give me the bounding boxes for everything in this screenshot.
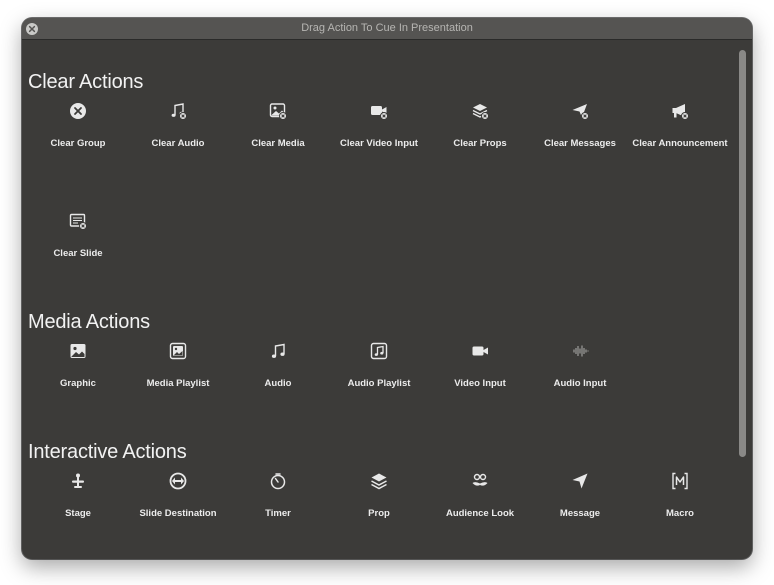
music-note-x-icon bbox=[169, 102, 187, 120]
vertical-scrollbar[interactable] bbox=[736, 40, 752, 559]
window-title: Drag Action To Cue In Presentation bbox=[301, 22, 473, 34]
scrollbar-thumb[interactable] bbox=[739, 50, 746, 457]
action-timer[interactable]: Timer bbox=[228, 460, 328, 530]
action-label: Audio Playlist bbox=[347, 378, 411, 389]
macro-icon bbox=[671, 472, 689, 490]
action-label: Clear Props bbox=[453, 138, 507, 149]
action-audio[interactable]: Audio bbox=[228, 330, 328, 400]
action-clear-announcement[interactable]: Clear Announcement bbox=[630, 90, 730, 160]
layers-x-icon bbox=[471, 102, 489, 120]
action-audience-look[interactable]: Audience Look bbox=[430, 460, 530, 530]
action-label: Macro bbox=[666, 508, 694, 519]
music-note-icon bbox=[269, 342, 287, 360]
action-label: Audio bbox=[264, 378, 292, 389]
actions-scroll-area[interactable]: Clear Actions Clear Group Clear Audio Cl… bbox=[22, 40, 736, 559]
video-camera-icon bbox=[471, 342, 489, 360]
action-label: Clear Group bbox=[50, 138, 106, 149]
action-prop[interactable]: Prop bbox=[329, 460, 429, 530]
action-macro[interactable]: Macro bbox=[630, 460, 730, 530]
action-label: Message bbox=[559, 508, 601, 519]
layers-icon bbox=[370, 472, 388, 490]
slide-x-icon bbox=[69, 212, 87, 230]
paper-plane-icon bbox=[571, 472, 589, 490]
action-message[interactable]: Message bbox=[530, 460, 630, 530]
image-x-icon bbox=[269, 102, 287, 120]
x-circle-icon bbox=[69, 102, 87, 120]
action-clear-messages[interactable]: Clear Messages bbox=[530, 90, 630, 160]
action-label: Stage bbox=[65, 508, 91, 519]
action-label: Clear Announcement bbox=[632, 138, 728, 149]
timer-icon bbox=[269, 472, 287, 490]
action-label: Slide Destination bbox=[139, 508, 217, 519]
action-clear-audio[interactable]: Clear Audio bbox=[128, 90, 228, 160]
action-label: Clear Messages bbox=[544, 138, 616, 149]
audio-playlist-icon bbox=[370, 342, 388, 360]
action-label: Prop bbox=[368, 508, 390, 519]
action-clear-props[interactable]: Clear Props bbox=[430, 90, 530, 160]
action-label: Media Playlist bbox=[146, 378, 210, 389]
action-picker-window: Drag Action To Cue In Presentation Clear… bbox=[22, 18, 752, 559]
action-video-input[interactable]: Video Input bbox=[430, 330, 530, 400]
video-camera-x-icon bbox=[370, 102, 388, 120]
action-label: Timer bbox=[265, 508, 291, 519]
action-label: Clear Audio bbox=[151, 138, 205, 149]
media-playlist-icon bbox=[169, 342, 187, 360]
action-label: Audio Input bbox=[553, 378, 607, 389]
action-stage[interactable]: Stage bbox=[28, 460, 128, 530]
paper-plane-x-icon bbox=[571, 102, 589, 120]
action-label: Clear Video Input bbox=[340, 138, 418, 149]
action-media-playlist[interactable]: Media Playlist bbox=[128, 330, 228, 400]
action-audio-playlist[interactable]: Audio Playlist bbox=[329, 330, 429, 400]
action-clear-slide[interactable]: Clear Slide bbox=[28, 200, 128, 270]
action-label: Clear Media bbox=[251, 138, 305, 149]
action-slide-destination[interactable]: Slide Destination bbox=[128, 460, 228, 530]
title-bar: Drag Action To Cue In Presentation bbox=[22, 18, 752, 40]
megaphone-x-icon bbox=[671, 102, 689, 120]
action-label: Video Input bbox=[454, 378, 506, 389]
action-graphic[interactable]: Graphic bbox=[28, 330, 128, 400]
action-clear-group[interactable]: Clear Group bbox=[28, 90, 128, 160]
stage-icon bbox=[69, 472, 87, 490]
action-audio-input[interactable]: Audio Input bbox=[530, 330, 630, 400]
slide-destination-icon bbox=[169, 472, 187, 490]
action-clear-video-input[interactable]: Clear Video Input bbox=[329, 90, 429, 160]
action-clear-media[interactable]: Clear Media bbox=[228, 90, 328, 160]
waveform-icon bbox=[571, 342, 589, 360]
image-icon bbox=[69, 342, 87, 360]
audience-look-icon bbox=[471, 472, 489, 490]
action-label: Audience Look bbox=[445, 508, 515, 519]
action-label: Graphic bbox=[60, 378, 96, 389]
action-label: Clear Slide bbox=[53, 248, 103, 259]
